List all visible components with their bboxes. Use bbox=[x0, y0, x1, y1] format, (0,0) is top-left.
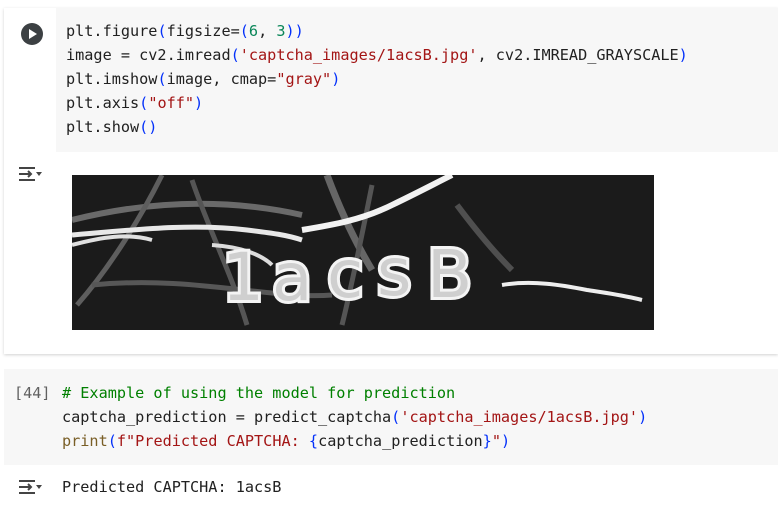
svg-text:c: c bbox=[327, 236, 363, 313]
output-toggle-icon[interactable] bbox=[17, 478, 43, 496]
svg-text:a: a bbox=[272, 239, 312, 316]
cell-gutter bbox=[4, 8, 56, 152]
execution-count: [44] bbox=[14, 384, 51, 402]
captcha-image-output: 1 a c s B 1 a c s B bbox=[72, 175, 654, 330]
code-text: plt.figure(figsize=(6, 3)) image = cv2.i… bbox=[66, 22, 688, 136]
code-editor[interactable]: plt.figure(figsize=(6, 3)) image = cv2.i… bbox=[56, 8, 778, 152]
output-toggle-icon[interactable] bbox=[17, 165, 43, 183]
svg-text:1: 1 bbox=[222, 239, 264, 316]
run-cell-button[interactable] bbox=[21, 23, 43, 45]
svg-text:B: B bbox=[427, 236, 472, 313]
code-text: # Example of using the model for predict… bbox=[62, 384, 648, 450]
svg-text:s: s bbox=[377, 234, 411, 311]
code-cell-2[interactable]: [44] # Example of using the model for pr… bbox=[4, 369, 778, 465]
captcha-image: 1 a c s B 1 a c s B bbox=[72, 175, 654, 330]
cell-output-text: Predicted CAPTCHA: 1acsB bbox=[62, 478, 282, 496]
